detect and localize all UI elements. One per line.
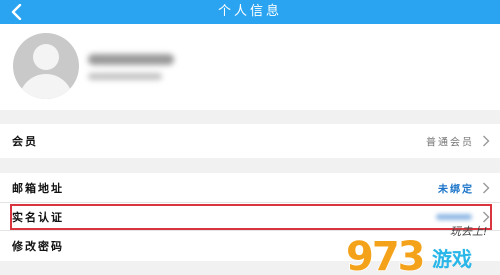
avatar[interactable] [13, 33, 79, 99]
blurred-user-id [88, 73, 162, 80]
email-status: 未绑定 [438, 184, 474, 195]
chevron-right-icon [483, 182, 490, 193]
blurred-verification-status [436, 214, 472, 220]
email-label: 邮箱地址 [12, 181, 64, 195]
email-row[interactable]: 邮箱地址 未绑定 [0, 173, 500, 203]
realname-label: 实名认证 [12, 210, 64, 224]
change-password-row[interactable]: 修改密码 [0, 231, 500, 261]
title-bar: 个人信息 [0, 0, 500, 24]
password-label: 修改密码 [12, 240, 64, 253]
blurred-username [88, 54, 174, 65]
chevron-right-icon [483, 211, 490, 222]
member-label: 会员 [12, 135, 38, 148]
realname-verification-row[interactable]: 实名认证 [0, 203, 500, 231]
member-row[interactable]: 会员 普通会员 [0, 124, 500, 158]
avatar-body-icon [19, 74, 73, 99]
profile-card[interactable] [0, 24, 500, 110]
chevron-right-icon [483, 135, 490, 147]
member-value: 普通会员 [426, 137, 474, 149]
page-title: 个人信息 [217, 4, 282, 19]
avatar-head-icon [33, 44, 59, 70]
